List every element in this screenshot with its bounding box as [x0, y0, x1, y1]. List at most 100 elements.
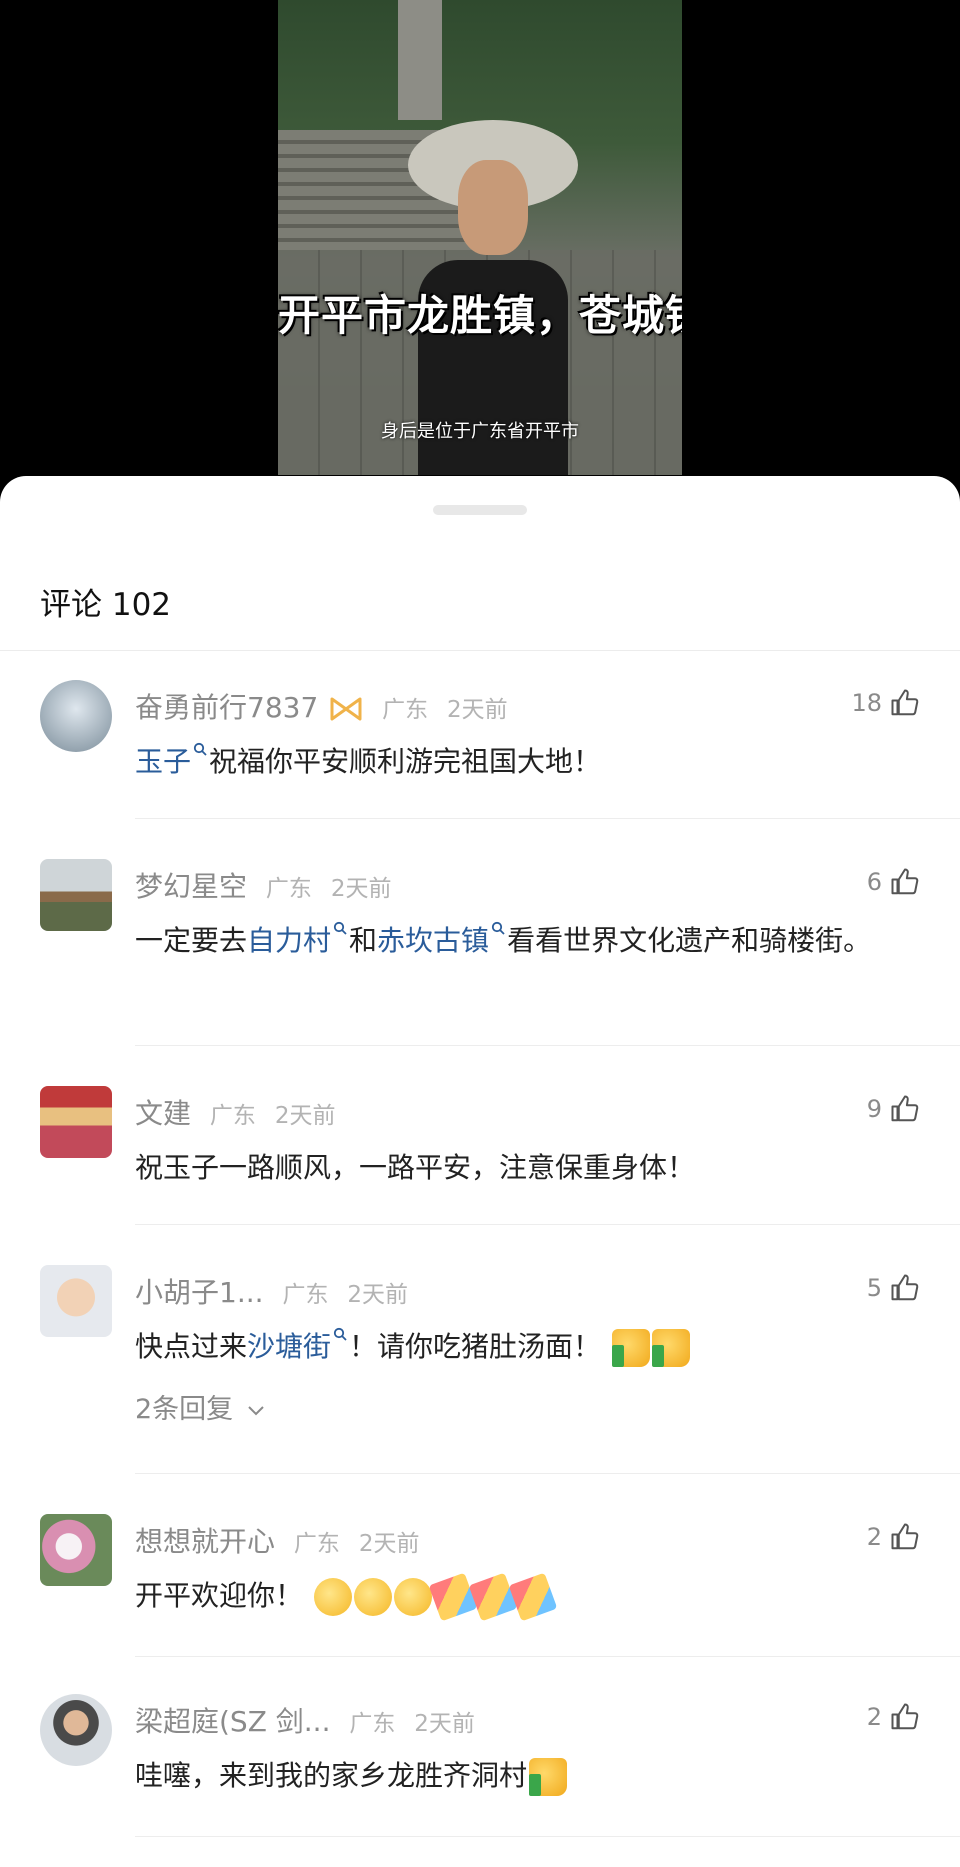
commenter-name[interactable]: 梦幻星空	[135, 870, 247, 903]
comment-text: 一定要去自力村 和赤坎古镇 看看世界文化遗产和骑楼街。	[135, 917, 925, 965]
thumb-up-icon	[891, 689, 919, 716]
comment-text-part: 开平欢迎你！	[135, 1579, 304, 1612]
view-replies-button[interactable]: 2条回复	[135, 1387, 266, 1426]
thumb-up-icon	[891, 1095, 919, 1122]
like-button[interactable]: 9	[867, 1094, 920, 1124]
like-button[interactable]: 5	[867, 1273, 920, 1303]
replies-label: 2条回复	[135, 1394, 234, 1425]
comment-text: 哇噻，来到我的家乡龙胜齐洞村	[135, 1752, 925, 1800]
thumb-up-icon	[891, 1703, 919, 1730]
avatar[interactable]	[40, 680, 112, 752]
comment-separator	[135, 1836, 960, 1837]
smile-emoji	[393, 1578, 432, 1616]
comment-text-part: 看看世界文化遗产和骑楼街。	[507, 924, 872, 957]
comment-separator	[135, 1473, 960, 1474]
divider	[0, 650, 960, 651]
comment-separator	[135, 818, 960, 819]
like-count: 6	[866, 868, 882, 896]
topic-link[interactable]: 玉子	[135, 745, 191, 778]
party-popper-emoji	[468, 1572, 518, 1622]
comment-time: 2天前	[358, 1531, 420, 1557]
topic-link[interactable]: 赤坎古镇	[377, 924, 489, 957]
comment-header: 小胡子1... 广东 2天前	[135, 1271, 408, 1311]
comment-location: 广东	[209, 1103, 256, 1129]
video-player[interactable]: 开平市龙胜镇，苍城镇 身后是位于广东省开平市	[0, 0, 960, 490]
smile-emoji	[313, 1578, 352, 1616]
smile-emoji	[353, 1578, 392, 1616]
comment-header: 梁超庭(SZ 剑... 广东 2天前	[135, 1700, 475, 1740]
like-button[interactable]: 2	[867, 1702, 920, 1732]
comment-location: 广东	[349, 1711, 396, 1737]
party-popper-emoji	[508, 1572, 558, 1622]
comment-header: 梦幻星空 广东 2天前	[135, 865, 391, 905]
chevron-down-icon	[248, 1406, 264, 1416]
magnifier-icon	[193, 742, 207, 756]
video-subtitle: 身后是位于广东省开平市	[381, 421, 579, 442]
comment-sheet: 评论 102 奋勇前行7837 广东 2天前 18 玉子 祝福你平安顺利游完祖国大…	[0, 476, 960, 1867]
topic-link[interactable]: 沙塘街	[247, 1330, 331, 1363]
comment-location: 广东	[265, 876, 312, 902]
comment-time: 2天前	[274, 1103, 336, 1129]
magnifier-icon	[491, 921, 505, 935]
like-count: 18	[851, 689, 882, 717]
avatar[interactable]	[40, 1265, 112, 1337]
comment-text-part: 一定要去	[135, 924, 248, 957]
like-count: 2	[866, 1703, 882, 1731]
like-count: 2	[866, 1523, 882, 1551]
comment-text-part: 哇噻，来到我的家乡龙胜齐洞村	[135, 1759, 528, 1792]
thumb-up-icon	[891, 868, 919, 895]
comment-separator	[135, 1224, 960, 1225]
commenter-name[interactable]: 小胡子1...	[135, 1276, 264, 1309]
comment-location: 广东	[293, 1531, 340, 1557]
comment-header: 奋勇前行7837 广东 2天前	[135, 686, 508, 726]
topic-link[interactable]: 自力村	[247, 924, 331, 957]
comment-text-part: 快点过来	[135, 1330, 248, 1363]
commenter-name[interactable]: 想想就开心	[135, 1525, 275, 1558]
ribbon-badge-icon	[330, 697, 362, 721]
thumbs-up-emoji	[529, 1758, 568, 1796]
thumbs-up-emoji	[611, 1329, 650, 1367]
magnifier-icon	[333, 1327, 347, 1341]
comment-time: 2天前	[330, 876, 392, 902]
commenter-name[interactable]: 文建	[135, 1097, 191, 1130]
comment-text-part: ！请你吃猪肚汤面！	[349, 1330, 602, 1363]
avatar[interactable]	[40, 859, 112, 931]
avatar[interactable]	[40, 1694, 112, 1766]
thumbs-up-emoji	[651, 1329, 690, 1367]
party-popper-emoji	[428, 1572, 478, 1622]
avatar[interactable]	[40, 1514, 112, 1586]
comment-header: 文建 广东 2天前	[135, 1092, 335, 1132]
thumb-up-icon	[891, 1274, 919, 1301]
comment-separator	[135, 1045, 960, 1046]
video-frame	[278, 0, 682, 475]
comment-text: 开平欢迎你！	[135, 1572, 925, 1622]
person-face	[458, 160, 528, 255]
sheet-drag-handle[interactable]	[433, 505, 527, 515]
comment-text: 祝玉子一路顺风，一路平安，注意保重身体！	[135, 1144, 925, 1192]
like-count: 5	[866, 1274, 882, 1302]
like-count: 9	[866, 1095, 882, 1123]
comment-time: 2天前	[414, 1711, 475, 1737]
like-button[interactable]: 18	[851, 688, 920, 718]
magnifier-icon	[333, 921, 347, 935]
comment-header: 想想就开心 广东 2天前	[135, 1520, 419, 1560]
commenter-name[interactable]: 奋勇前行7837	[135, 691, 318, 724]
comment-text-part: 和	[349, 924, 378, 957]
monument-shape	[398, 0, 442, 120]
comment-text-part: 祝玉子一路顺风，一路平安，注意保重身体！	[135, 1151, 696, 1184]
avatar[interactable]	[40, 1086, 112, 1158]
video-caption-title: 开平市龙胜镇，苍城镇	[278, 291, 682, 340]
comment-text: 快点过来沙塘街 ！请你吃猪肚汤面！	[135, 1323, 925, 1371]
comment-time: 2天前	[446, 697, 508, 723]
comment-time: 2天前	[347, 1282, 408, 1308]
commenter-name[interactable]: 梁超庭(SZ 剑...	[135, 1705, 330, 1738]
comments-title: 评论 102	[40, 587, 172, 623]
comment-text-part: 祝福你平安顺利游完祖国大地！	[209, 745, 602, 778]
comment-location: 广东	[382, 697, 429, 723]
comment-text: 玉子 祝福你平安顺利游完祖国大地！	[135, 738, 925, 786]
like-button[interactable]: 2	[867, 1522, 920, 1552]
thumb-up-icon	[891, 1523, 919, 1550]
like-button[interactable]: 6	[867, 867, 920, 897]
comment-location: 广东	[282, 1282, 329, 1308]
comment-separator	[135, 1656, 960, 1657]
